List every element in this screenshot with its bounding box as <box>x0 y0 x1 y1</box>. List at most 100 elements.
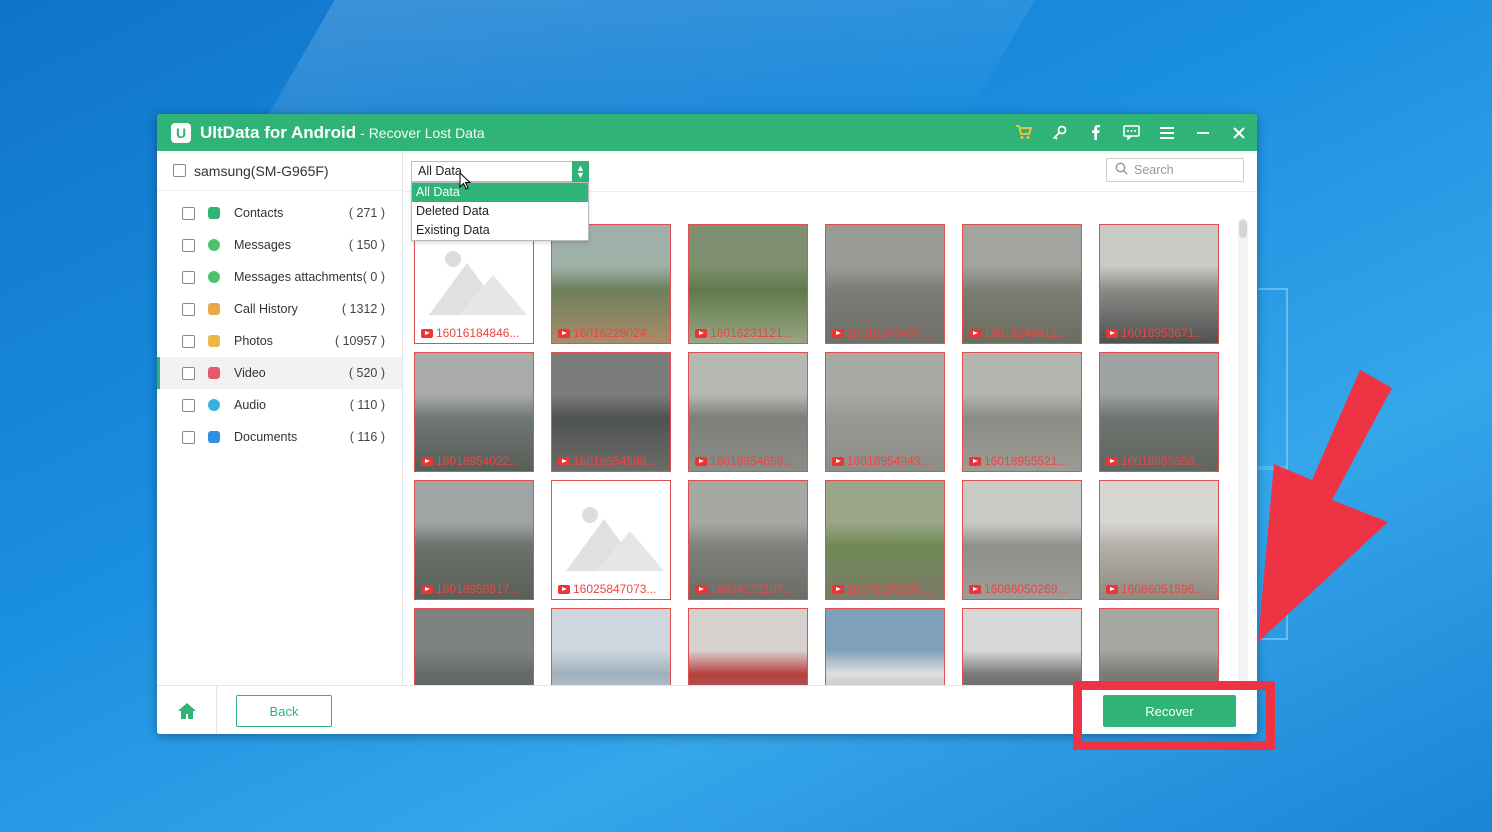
category-audio[interactable]: Audio ( 110 ) <box>157 389 402 421</box>
scrollbar-thumb[interactable] <box>1239 220 1247 238</box>
thumbnail-filename: 16016231121... <box>710 326 793 340</box>
video-thumbnail[interactable]: 16018954943... <box>825 352 945 472</box>
video-thumbnail[interactable] <box>825 608 945 685</box>
video-thumbnail[interactable]: 16018954022... <box>414 352 534 472</box>
video-thumbnail[interactable] <box>1099 608 1219 685</box>
titlebar-actions <box>1005 114 1257 151</box>
category-checkbox[interactable] <box>182 430 195 444</box>
video-preview <box>689 609 807 685</box>
category-messages-attachments[interactable]: Messages attachments ( 0 ) <box>157 261 402 293</box>
thumbnail-area: 16016184846... 16016229024... 16016231121.… <box>403 192 1257 685</box>
thumbnail-filename: 16018956517... <box>436 582 520 596</box>
thumbnail-filename: 16073299535... <box>847 582 931 596</box>
video-thumbnail[interactable] <box>962 608 1082 685</box>
category-label: Call History <box>234 302 298 316</box>
category-checkbox[interactable] <box>182 206 195 220</box>
video-icon <box>832 328 844 338</box>
audio-icon <box>208 399 220 411</box>
video-icon <box>969 328 981 338</box>
sidebar: samsung(SM-G965F) Contacts ( 271 ) Messa… <box>157 151 403 685</box>
thumbnail-caption: 16018955521... <box>969 454 1079 468</box>
dropdown-option-existing-data[interactable]: Existing Data <box>412 221 588 240</box>
desktop-light-ray <box>265 0 1035 120</box>
search-input[interactable]: Search <box>1106 158 1244 182</box>
video-thumbnail[interactable] <box>688 608 808 685</box>
thumbnail-filename: 16086051596... <box>1121 582 1205 596</box>
video-thumbnail[interactable]: 16018955658... <box>1099 352 1219 472</box>
video-thumbnail[interactable]: 16016248412... <box>962 224 1082 344</box>
minimize-icon[interactable] <box>1185 114 1221 151</box>
messages-icon <box>208 239 220 251</box>
category-video[interactable]: Video ( 520 ) <box>157 357 402 389</box>
video-thumbnail[interactable]: 16016229024... <box>551 224 671 344</box>
video-thumbnail[interactable]: 16025847073... <box>551 480 671 600</box>
close-icon[interactable] <box>1221 114 1257 151</box>
video-thumbnail[interactable]: 16018954659... <box>688 352 808 472</box>
thumbnail-caption: 16018954022... <box>421 454 531 468</box>
category-call-history[interactable]: Call History ( 1312 ) <box>157 293 402 325</box>
video-thumbnail[interactable]: 16016231121... <box>688 224 808 344</box>
home-icon <box>177 702 196 719</box>
category-checkbox[interactable] <box>182 334 195 348</box>
video-icon <box>1106 584 1118 594</box>
video-thumbnail[interactable]: 16018953671... <box>1099 224 1219 344</box>
thumbnail-caption: 16016229024... <box>558 326 668 340</box>
category-checkbox[interactable] <box>182 238 195 252</box>
category-count: ( 0 ) <box>362 270 385 284</box>
thumbnail-filename: 16018955658... <box>1121 454 1205 468</box>
video-thumbnail[interactable]: 16073299535... <box>825 480 945 600</box>
device-checkbox[interactable] <box>173 164 186 177</box>
video-preview <box>963 609 1081 685</box>
thumbnail-grid: 16016184846... 16016229024... 16016231121.… <box>414 224 1219 685</box>
video-thumbnail[interactable] <box>414 608 534 685</box>
video-preview <box>415 609 533 685</box>
category-checkbox[interactable] <box>182 270 195 284</box>
data-filter-value: All Data <box>418 164 462 178</box>
thumbnail-caption: 16016231121... <box>695 326 805 340</box>
dropdown-option-deleted-data[interactable]: Deleted Data <box>412 202 588 221</box>
category-contacts[interactable]: Contacts ( 271 ) <box>157 197 402 229</box>
video-icon <box>695 584 707 594</box>
call-history-icon <box>208 303 220 315</box>
video-thumbnail[interactable]: 16086050269... <box>962 480 1082 600</box>
dropdown-option-all-data[interactable]: All Data <box>412 183 588 202</box>
video-icon <box>421 328 433 338</box>
video-thumbnail[interactable]: 16018956517... <box>414 480 534 600</box>
attachments-icon <box>208 271 220 283</box>
video-thumbnail[interactable]: 16086051596... <box>1099 480 1219 600</box>
thumbnail-filename: 16018954943... <box>847 454 931 468</box>
thumbnail-caption: 16018956517... <box>421 582 531 596</box>
contacts-icon <box>208 207 220 219</box>
thumbnail-caption: 16025847073... <box>558 582 668 596</box>
category-documents[interactable]: Documents ( 116 ) <box>157 421 402 453</box>
category-photos[interactable]: Photos ( 10957 ) <box>157 325 402 357</box>
video-thumbnail[interactable]: 16016247437... <box>825 224 945 344</box>
category-messages[interactable]: Messages ( 150 ) <box>157 229 402 261</box>
cart-icon[interactable] <box>1005 114 1041 151</box>
category-checkbox[interactable] <box>182 366 195 380</box>
category-list: Contacts ( 271 ) Messages ( 150 ) Messag… <box>157 191 402 453</box>
search-icon <box>1115 162 1128 178</box>
home-button[interactable] <box>157 686 217 734</box>
app-name: UltData for Android <box>200 122 357 142</box>
feedback-icon[interactable] <box>1113 114 1149 151</box>
video-thumbnail[interactable]: 16016184846... <box>414 224 534 344</box>
data-filter-dropdown: All Data Deleted Data Existing Data <box>411 182 589 241</box>
thumbnail-caption: 16034172107... <box>695 582 805 596</box>
chevron-updown-icon[interactable]: ▲ ▼ <box>572 161 589 182</box>
back-button[interactable]: Back <box>236 695 332 727</box>
video-icon <box>208 367 220 379</box>
video-thumbnail[interactable]: 16034172107... <box>688 480 808 600</box>
category-checkbox[interactable] <box>182 398 195 412</box>
video-thumbnail[interactable]: 16018954598... <box>551 352 671 472</box>
category-checkbox[interactable] <box>182 302 195 316</box>
video-thumbnail[interactable] <box>551 608 671 685</box>
data-filter-select[interactable]: All Data ▲ ▼ <box>411 161 589 182</box>
key-icon[interactable] <box>1041 114 1077 151</box>
documents-icon <box>208 431 220 443</box>
facebook-icon[interactable] <box>1077 114 1113 151</box>
device-row[interactable]: samsung(SM-G965F) <box>157 151 402 191</box>
video-thumbnail[interactable]: 16018955521... <box>962 352 1082 472</box>
thumbnail-filename: 16018955521... <box>984 454 1068 468</box>
menu-icon[interactable] <box>1149 114 1185 151</box>
